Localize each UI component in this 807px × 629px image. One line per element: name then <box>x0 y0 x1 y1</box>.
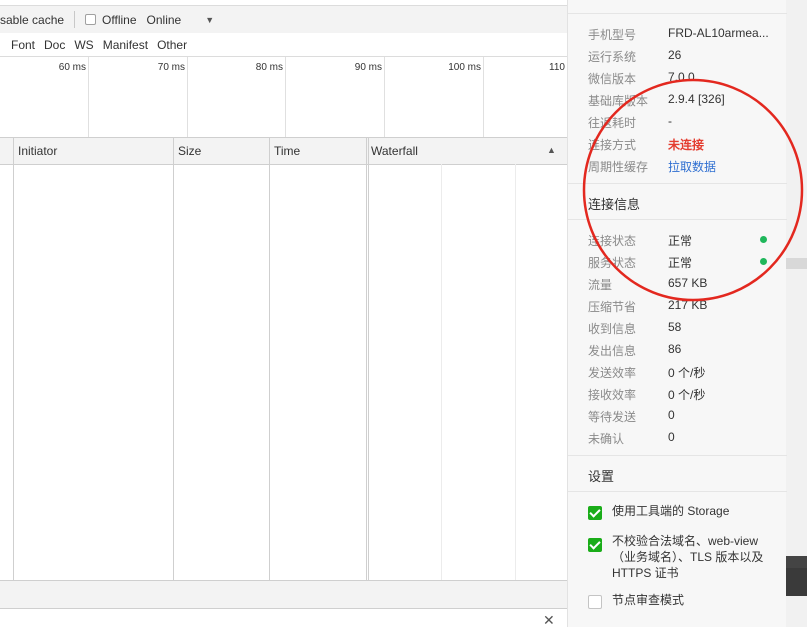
request-table-header: Initiator Size Time Waterfall ▲ <box>0 138 567 165</box>
filter-doc[interactable]: Doc <box>44 38 65 52</box>
column-divider[interactable] <box>366 138 367 580</box>
timeline-gridline <box>384 57 385 137</box>
info-key: 运行系统 <box>588 50 637 64</box>
skip-domain-check-label[interactable]: 不校验合法域名、web-view（业务域名）、TLS 版本以及 HTTPS 证书 <box>612 533 772 581</box>
use-tool-storage-checkbox[interactable] <box>588 506 602 520</box>
status-dot-icon <box>760 236 767 243</box>
info-value: 0 <box>668 408 675 422</box>
section-divider <box>568 491 787 492</box>
network-toolbar: sable cache Offline Online ▼ <box>0 5 567 34</box>
timeline-tick-label: 70 ms <box>157 62 185 73</box>
filter-ws[interactable]: WS <box>74 38 93 52</box>
filter-manifest[interactable]: Manifest <box>103 38 148 52</box>
column-time[interactable]: Time <box>274 144 300 158</box>
close-icon[interactable]: ✕ <box>543 612 555 629</box>
column-waterfall[interactable]: Waterfall <box>371 144 418 158</box>
timeline-tick-label: 80 ms <box>255 62 283 73</box>
throttle-select[interactable]: Online <box>147 13 182 27</box>
info-value: 正常 <box>668 234 693 248</box>
info-value: 26 <box>668 48 682 62</box>
section-divider <box>568 455 787 456</box>
info-key: 收到信息 <box>588 322 637 336</box>
sort-ascending-icon[interactable]: ▲ <box>547 145 556 155</box>
info-value: 0 个/秒 <box>668 388 706 402</box>
info-key: 连接状态 <box>588 234 637 248</box>
info-value: 7.0.0 <box>668 70 695 84</box>
info-key: 手机型号 <box>588 28 637 42</box>
timeline-tick-label: 90 ms <box>354 62 382 73</box>
offline-label[interactable]: Offline <box>102 13 136 27</box>
column-divider[interactable] <box>269 138 270 580</box>
info-key: 等待发送 <box>588 410 637 424</box>
info-key: 发送效率 <box>588 366 637 380</box>
background-editor-line <box>786 568 807 596</box>
settings-title: 设置 <box>588 469 615 484</box>
info-value: 58 <box>668 320 682 334</box>
filter-font[interactable]: Font <box>11 38 35 52</box>
info-key: 未确认 <box>588 432 625 446</box>
section-divider <box>568 183 787 184</box>
info-key: 接收效率 <box>588 388 637 402</box>
node-inspect-checkbox[interactable] <box>588 595 602 609</box>
timeline-gridline <box>483 57 484 137</box>
info-key: 基础库版本 <box>588 94 649 108</box>
info-key: 压缩节省 <box>588 300 637 314</box>
info-key: 连接方式 <box>588 138 637 152</box>
info-value: 2.9.4 [326] <box>668 92 725 106</box>
timeline-tick-label: 110 <box>549 62 565 73</box>
background-editor-strip <box>786 0 807 627</box>
info-value: 657 KB <box>668 276 708 290</box>
column-divider[interactable] <box>13 138 14 580</box>
background-editor-line <box>786 556 807 568</box>
connection-info-title: 连接信息 <box>588 197 641 212</box>
node-inspect-label[interactable]: 节点审查模式 <box>612 592 772 608</box>
skip-domain-check-checkbox[interactable] <box>588 538 602 552</box>
network-status-bar <box>0 580 567 609</box>
info-key: 微信版本 <box>588 72 637 86</box>
info-value: 217 KB <box>668 298 708 312</box>
info-value: FRD-AL10armea... <box>668 26 769 40</box>
info-key: 发出信息 <box>588 344 637 358</box>
info-value: 0 个/秒 <box>668 366 706 380</box>
timeline-gridline <box>88 57 89 137</box>
column-divider[interactable] <box>173 138 174 580</box>
status-dot-icon <box>760 258 767 265</box>
chevron-down-icon[interactable]: ▼ <box>205 15 214 25</box>
column-size[interactable]: Size <box>178 144 201 158</box>
info-key: 服务状态 <box>588 256 637 270</box>
connection-status-value: 未连接 <box>668 138 705 152</box>
section-divider <box>568 219 787 220</box>
disable-cache-label[interactable]: sable cache <box>0 13 64 27</box>
info-key: 周期性缓存 <box>588 160 649 174</box>
background-editor-line <box>786 258 807 269</box>
filter-other[interactable]: Other <box>157 38 187 52</box>
filter-bar: Font Doc WS Manifest Other <box>0 33 567 57</box>
info-key: 流量 <box>588 278 613 292</box>
device-info-panel: 手机型号 FRD-AL10armea... 运行系统 26 微信版本 7.0.0… <box>567 0 787 627</box>
info-key: 往返耗时 <box>588 116 637 130</box>
timeline-tick-label: 60 ms <box>58 62 86 73</box>
timeline-gridline <box>187 57 188 137</box>
use-tool-storage-label[interactable]: 使用工具端的 Storage <box>612 503 772 519</box>
waterfall-gridline <box>441 164 442 580</box>
info-value: 86 <box>668 342 682 356</box>
info-value: - <box>668 114 672 128</box>
waterfall-gridline <box>515 164 516 580</box>
fetch-data-link[interactable]: 拉取数据 <box>668 158 716 175</box>
timeline-gridline <box>285 57 286 137</box>
panel-top-divider <box>568 13 787 14</box>
overview-timeline[interactable]: 60 ms 70 ms 80 ms 90 ms 100 ms 110 <box>0 57 567 138</box>
timeline-tick-label: 100 ms <box>448 62 481 73</box>
info-value: 0 <box>668 430 675 444</box>
offline-checkbox[interactable] <box>85 14 97 25</box>
toolbar-separator <box>74 11 76 28</box>
network-panel: sable cache Offline Online ▼ Font Doc WS… <box>0 0 567 629</box>
column-initiator[interactable]: Initiator <box>18 144 57 158</box>
info-value: 正常 <box>668 256 693 270</box>
column-divider <box>368 138 369 580</box>
